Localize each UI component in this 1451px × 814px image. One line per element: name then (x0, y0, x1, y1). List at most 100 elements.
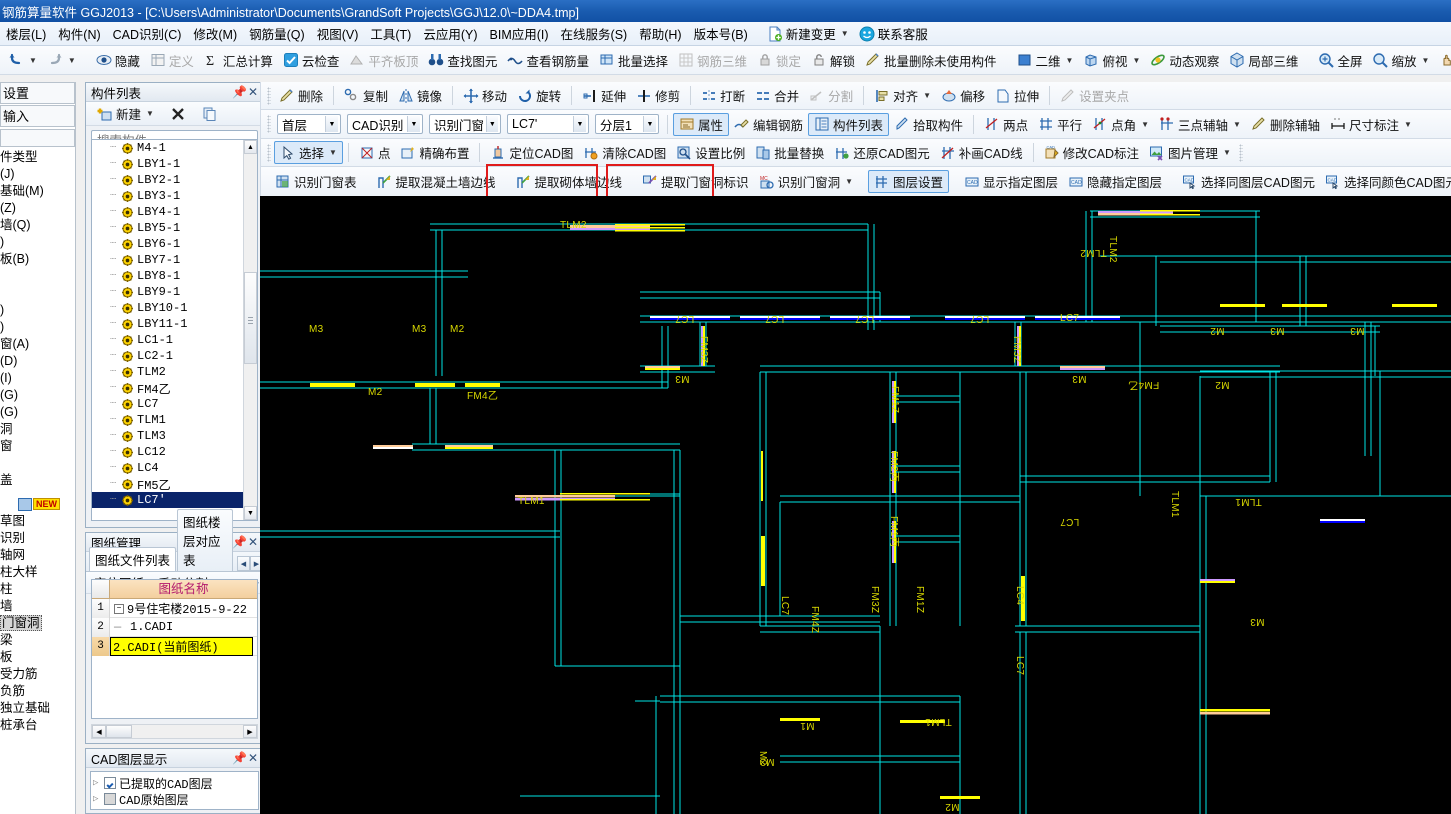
layer-settings-button[interactable]: 图层设置 (868, 170, 950, 193)
component-tree-item[interactable]: ┈ LC4 (92, 460, 243, 476)
expand-icon[interactable]: ▷ (93, 778, 101, 788)
chevron-down-icon[interactable]: ▼ (485, 116, 498, 132)
view-rebar-qty-button[interactable]: 查看钢筋量 (502, 49, 594, 72)
menu-item-cloud[interactable]: 云应用(Y) (417, 22, 483, 45)
hscroll-thumb[interactable] (106, 725, 132, 738)
left-cad-item-柱大样[interactable]: 柱大样 (0, 564, 75, 581)
component-tree[interactable]: ┈ M4-1 ┈ LBY1-1 ┈ LBY2-1 ┈ LBY3-1 ┈ LBY4-1 ┈ LBY5-1… (91, 139, 258, 521)
edit-cad-dimension-button[interactable]: CAD 修改CAD标注 (1039, 141, 1144, 164)
left-tree-item[interactable]: 窗 (0, 438, 75, 455)
pick-component-button[interactable]: 拾取构件 (889, 113, 968, 136)
left-tree-item[interactable]: 基础(M) (0, 183, 75, 200)
left-cad-recognize-list[interactable]: NEW 草图 识别 轴网 柱大样柱墙门窗洞梁板受力筋 负筋 独立基础 桩承台 (0, 495, 75, 734)
checkbox-original-layers[interactable] (104, 793, 116, 805)
component-tree-item[interactable]: ┈ LBY9-1 (92, 284, 243, 300)
component-tree-scrollbar[interactable]: ▲ ▼ (243, 140, 257, 520)
left-tree-item[interactable]: ) (0, 319, 75, 336)
tab-drawing-file-list[interactable]: 图纸文件列表 (89, 547, 177, 571)
floor-select[interactable]: 首层 ▼ (277, 114, 341, 134)
menu-item-rebar-qty[interactable]: 钢筋量(Q) (243, 22, 311, 45)
component-tree-item[interactable]: ┈ LBY2-1 (92, 172, 243, 188)
dynamic-observe-button[interactable]: 动态观察 (1145, 49, 1224, 72)
layer-select[interactable]: 分层1 ▼ (595, 114, 659, 134)
cad-layer-list[interactable]: ▷ 已提取的CAD图层 ▷ CAD原始图层 (90, 771, 259, 810)
unlock-button[interactable]: 解锁 (806, 49, 860, 72)
scroll-down-icon[interactable]: ▼ (244, 506, 257, 520)
cloud-check-button[interactable]: 云检查 (278, 49, 345, 72)
recognize-door-window-table-button[interactable]: 识别门窗表 (270, 170, 362, 193)
cad-drawing-canvas[interactable]: TLM2 M3 M3 M2 M2 FM4乙 TLM1 LC7 LC7 LC7 LC7 LC7 M3 M3 M… (260, 196, 1451, 814)
hide-specified-layer-button[interactable]: CAD 隐藏指定图层 (1063, 170, 1167, 193)
menu-item-cad-recognize[interactable]: CAD识别(C) (107, 22, 188, 45)
expand-collapse-icon[interactable]: − (114, 604, 124, 615)
delete-button[interactable]: 删除 (274, 84, 328, 107)
close-icon[interactable]: ✕ (246, 85, 260, 99)
component-tree-item[interactable]: ┈ TLM2 (92, 364, 243, 380)
tab-drawing-floor-map[interactable]: 图纸楼层对应表 (177, 509, 234, 571)
new-change-button[interactable]: 新建变更 ▼ (762, 22, 854, 45)
left-tree-item[interactable]: ) (0, 302, 75, 319)
rotate-button[interactable]: 旋转 (512, 84, 566, 107)
redo-caret[interactable]: ▼ (68, 56, 76, 65)
component-tree-item[interactable]: ┈ LC7 (92, 396, 243, 412)
delete-component-button[interactable] (165, 102, 191, 125)
copy-component-button[interactable] (197, 102, 223, 125)
component-tree-item[interactable]: ┈ LBY1-1 (92, 156, 243, 172)
left-cad-item-板[interactable]: 板 (0, 649, 75, 666)
define-button[interactable]: 定义 (145, 49, 199, 72)
precise-place-button[interactable]: 精确布置 (395, 141, 474, 164)
left-cad-item-轴网[interactable]: 轴网 (0, 547, 75, 564)
left-tree-item[interactable]: (G) (0, 404, 75, 421)
chevron-down-icon[interactable]: ▼ (1066, 56, 1074, 65)
left-tree-item[interactable]: (I) (0, 370, 75, 387)
chevron-down-icon[interactable]: ▼ (923, 91, 931, 100)
zoom-button[interactable]: 缩放 ▼ (1367, 49, 1434, 72)
left-cad-item-负筋[interactable]: 负筋 (0, 683, 75, 700)
left-cad-item-门窗洞[interactable]: 门窗洞 (0, 615, 75, 632)
chevron-down-icon[interactable]: ▼ (573, 116, 586, 132)
chevron-down-icon[interactable]: ▼ (643, 116, 656, 132)
delete-axis-button[interactable]: 删除辅轴 (1246, 113, 1325, 136)
left-cad-item-草图[interactable]: 草图 (0, 513, 75, 530)
batch-replace-button[interactable]: 批量替换 (750, 141, 829, 164)
pin-icon[interactable]: 📌 (232, 535, 247, 549)
chevron-down-icon[interactable]: ▼ (841, 29, 849, 38)
component-tree-item[interactable]: ┈ TLM1 (92, 412, 243, 428)
edit-rebar-button[interactable]: 编辑钢筋 (729, 113, 808, 136)
drawing-row[interactable]: 1−9号住宅楼2015-9-22 (92, 598, 257, 618)
2d-view-button[interactable]: 二维 ▼ (1012, 49, 1079, 72)
left-cad-item-识别[interactable]: 识别 (0, 530, 75, 547)
close-icon[interactable]: ✕ (246, 751, 260, 765)
left-tree-item[interactable] (0, 285, 75, 302)
split-button[interactable]: 分割 (804, 84, 858, 107)
scroll-up-icon[interactable]: ▲ (244, 140, 257, 154)
dimension-button[interactable]: 尺寸标注 ▼ (1325, 113, 1417, 136)
component-tree-item[interactable]: ┈ LBY8-1 (92, 268, 243, 284)
point-tool-button[interactable]: 点 (354, 141, 396, 164)
menu-item-help[interactable]: 帮助(H) (633, 22, 687, 45)
component-select[interactable]: LC7' ▼ (507, 114, 589, 134)
extract-masonry-wall-button[interactable]: 提取砌体墙边线 (511, 170, 628, 193)
mirror-button[interactable]: 镜像 (393, 84, 447, 107)
drawing-row[interactable]: 2 — 1.CADI (92, 617, 257, 637)
menu-item-floor[interactable]: 楼层(L) (0, 22, 52, 45)
left-tree-item[interactable]: (Z) (0, 200, 75, 217)
component-tree-item[interactable]: ┈ LBY10-1 (92, 300, 243, 316)
component-tree-item[interactable]: ┈ LBY5-1 (92, 220, 243, 236)
drawing-grid[interactable]: 图纸名称 1−9号住宅楼2015-9-22 2—1.CADI 3 2.CADI(当前图… (91, 579, 258, 719)
left-tree-item[interactable] (0, 268, 75, 285)
top-view-button[interactable]: 俯视 ▼ (1078, 49, 1145, 72)
left-cad-item-桩承台[interactable]: 桩承台 (0, 717, 75, 734)
drawing-hscrollbar[interactable]: ◀ ▶ (91, 724, 258, 739)
left-cad-item-独立基础[interactable]: 独立基础 (0, 700, 75, 717)
set-grip-button[interactable]: 设置夹点 (1055, 84, 1134, 107)
left-cad-item-墙[interactable]: 墙 (0, 598, 75, 615)
parallel-button[interactable]: 平行 (1033, 113, 1087, 136)
menu-item-bim[interactable]: BIM应用(I) (484, 22, 555, 45)
align-button[interactable]: 对齐 ▼ (869, 84, 936, 107)
show-specified-layer-button[interactable]: CAD 显示指定图层 (959, 170, 1063, 193)
menu-item-tools[interactable]: 工具(T) (364, 22, 417, 45)
chevron-down-icon[interactable]: ▼ (329, 148, 337, 157)
find-element-button[interactable]: 查找图元 (423, 49, 502, 72)
select-same-layer-button[interactable]: CAD 选择同图层CAD图元 (1177, 170, 1320, 193)
